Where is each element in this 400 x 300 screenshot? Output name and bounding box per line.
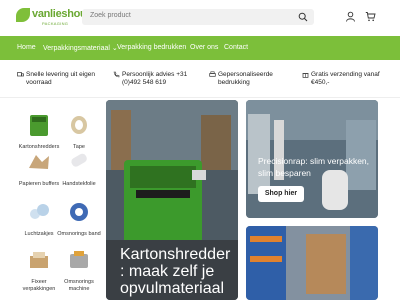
promo-title: Precisionrap: slim verpakken, slim bespa… [258,156,370,178]
shop-button[interactable]: Shop hier [258,186,304,202]
promo-card[interactable]: Precisionrap: slim verpakken, slim bespa… [246,100,378,218]
nav-item-verpakking-bedrukken[interactable]: Verpakking bedrukken [117,44,186,51]
usp-shipping: Gratis verzending vanaf €450,- [302,71,387,87]
logo[interactable]: vanlieshout PACKAGING [16,6,90,32]
promo-card-secondary[interactable] [246,226,378,300]
category-label: Omsnorings machine [64,279,94,292]
search-placeholder: Zoek product [90,12,131,19]
stretch-film-thumbnail [71,153,87,167]
site-header: vanlieshout PACKAGING Zoek product [0,0,400,36]
usp-print: Gepersonaliseerde bedrukking [209,71,286,87]
category-label: Omsnorings band [57,231,101,237]
category-label: Handstekfolie [62,181,96,187]
account-icon[interactable] [345,11,356,22]
main-nav: Home Verpakkingsmateriaal ⌄ Verpakking b… [0,36,400,60]
search-icon[interactable] [298,12,308,22]
usp-advice-label[interactable]: Persoonlijk advies +31 (0)492 548 619 [122,71,187,86]
gift-icon [302,73,309,78]
warehouse-image [246,226,378,300]
shredder-thumbnail [30,115,48,136]
logo-leaf-icon [16,8,30,22]
cart-icon[interactable] [365,11,376,22]
category-tape[interactable]: Tape [56,113,102,151]
tape-thumbnail [71,116,87,134]
air-bag-thumbnail [30,204,49,219]
hero-title: Kartonshredder : maak zelf je opvulmater… [120,246,231,297]
truck-icon [17,72,24,77]
strapping-band-thumbnail [70,203,88,221]
nav-item-home[interactable]: Home [17,44,36,51]
usp-shipping-label: Gratis verzending vanaf €450,- [311,71,380,86]
phone-icon [113,71,120,78]
category-omsnorings-machine[interactable]: Omsnorings machine [56,248,102,293]
usp-print-label: Gepersonaliseerde bedrukking [218,71,273,86]
logo-subtitle: PACKAGING [42,21,69,26]
hero-banner[interactable]: Kartonshredder : maak zelf je opvulmater… [106,100,238,300]
category-handstekfolie[interactable]: Handstekfolie [56,150,102,188]
print-icon [209,71,216,77]
strapping-machine-thumbnail [70,251,88,268]
usp-bar: Snelle levering uit eigen voorraad Perso… [0,60,400,98]
category-omsnorings-band[interactable]: Omsnorings band [56,200,102,238]
fixation-package-thumbnail [30,252,48,268]
nav-item-over-ons[interactable]: Over ons [190,44,218,51]
paper-buffer-thumbnail [29,155,49,169]
nav-item-contact[interactable]: Contact [224,44,248,51]
usp-advice: Persoonlijk advies +31 (0)492 548 619 [113,71,202,87]
usp-delivery: Snelle levering uit eigen voorraad [17,71,104,87]
search-input[interactable]: Zoek product [82,9,314,25]
nav-item-verpakkingsmateriaal[interactable]: Verpakkingsmateriaal ⌄ [43,44,118,52]
usp-delivery-label: Snelle levering uit eigen voorraad [26,71,96,86]
